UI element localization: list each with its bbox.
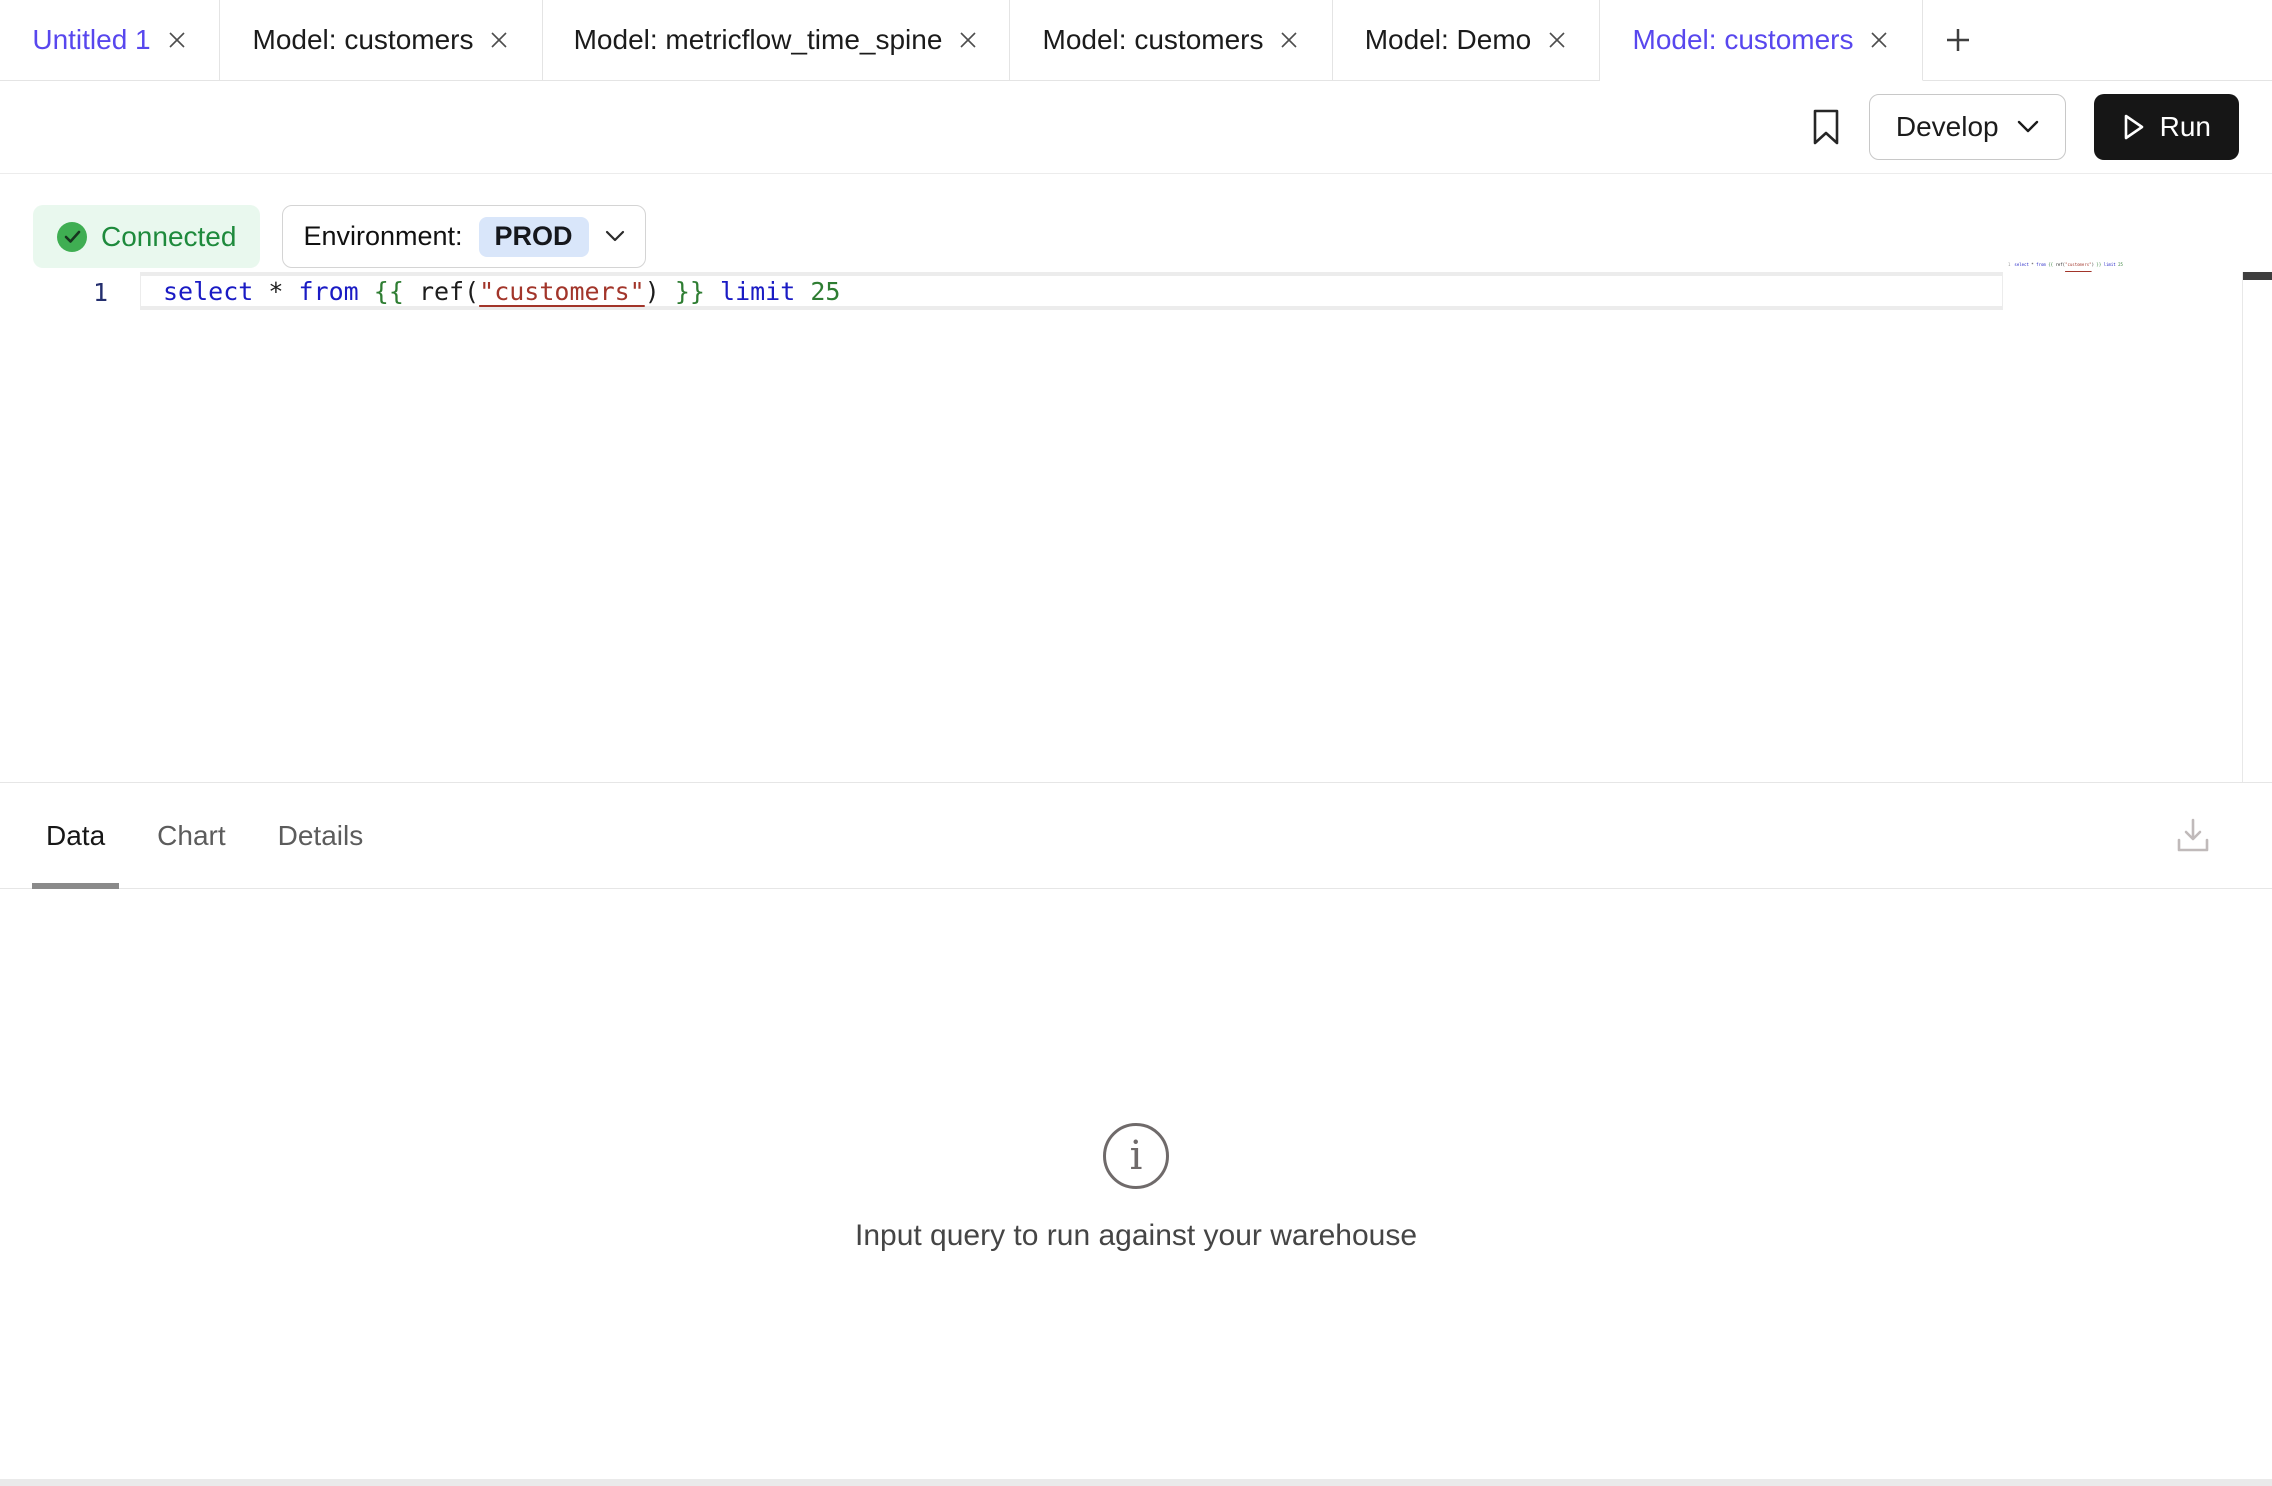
chevron-down-icon (2017, 120, 2039, 134)
code-token (253, 277, 268, 306)
panel-tab-label: Chart (157, 820, 225, 852)
code-token (359, 277, 374, 306)
develop-button-label: Develop (1896, 111, 1999, 143)
editor-tab-5[interactable]: Model: customers (1600, 0, 1923, 81)
environment-value-pill: PROD (479, 217, 589, 257)
tab-label: Untitled 1 (32, 24, 150, 56)
environment-label: Environment: (303, 221, 462, 252)
results-panel: Data Chart Details i Input query to run … (0, 782, 2272, 1486)
environment-selector[interactable]: Environment: PROD (282, 205, 645, 268)
scrollbar-thumb[interactable] (2243, 272, 2272, 280)
code-token: select (163, 277, 253, 306)
code-token: select (2014, 262, 2028, 267)
editor-status-row: Connected Environment: PROD (33, 205, 646, 268)
minimap-code: select * from {{ ref("customers") }} lim… (2014, 262, 2123, 268)
close-tab-icon[interactable] (167, 30, 187, 50)
code-line[interactable]: select * from {{ ref("customers") }} lim… (140, 272, 2003, 310)
toolbar: Develop Run (0, 81, 2272, 174)
connection-status-badge: Connected (33, 205, 260, 268)
download-icon (2174, 816, 2212, 856)
code-token (705, 277, 720, 306)
panel-tab-label: Details (278, 820, 364, 852)
editor-tab-4[interactable]: Model: Demo (1333, 0, 1600, 81)
close-tab-icon[interactable] (1869, 30, 1889, 50)
editor-tab-0[interactable]: Untitled 1 (0, 0, 220, 81)
results-panel-tabs: Data Chart Details (0, 783, 2272, 889)
develop-button[interactable]: Develop (1869, 94, 2066, 160)
close-tab-icon[interactable] (489, 30, 509, 50)
panel-tab-chart[interactable]: Chart (143, 783, 239, 888)
new-tab-button[interactable] (1923, 0, 1993, 81)
sql-editor: Connected Environment: PROD 1 select * f… (0, 174, 2272, 782)
results-empty-state: i Input query to run against your wareho… (0, 889, 2272, 1486)
editor-tab-2[interactable]: Model: metricflow_time_spine (543, 0, 1010, 81)
code-token: 25 (810, 277, 840, 306)
empty-state-message: Input query to run against your warehous… (855, 1219, 1417, 1253)
close-tab-icon[interactable] (958, 30, 978, 50)
code-token (283, 277, 298, 306)
bookmark-icon[interactable] (1811, 108, 1841, 146)
ide-screen: Untitled 1 Model: customers Model: metri… (0, 0, 2272, 1486)
code-token: ref( (2053, 262, 2065, 267)
panel-tab-details[interactable]: Details (264, 783, 378, 888)
connected-label: Connected (101, 221, 236, 253)
tabbar-filler (1993, 0, 2272, 81)
tab-label: Model: customers (1633, 24, 1854, 56)
code-token (795, 277, 810, 306)
editor-minimap[interactable]: 1 select * from {{ ref("customers") }} l… (2008, 262, 2128, 268)
play-icon (2122, 113, 2146, 141)
line-number: 1 (0, 278, 108, 308)
run-button[interactable]: Run (2094, 94, 2239, 160)
panel-tab-data[interactable]: Data (32, 783, 119, 888)
run-button-label: Run (2160, 111, 2211, 143)
info-icon: i (1103, 1123, 1169, 1189)
code-token: limit (2104, 262, 2116, 267)
editor-tab-1[interactable]: Model: customers (220, 0, 543, 81)
bottom-divider (0, 1479, 2272, 1486)
code-token: "customers" (479, 277, 645, 306)
download-button[interactable] (2174, 816, 2212, 856)
close-tab-icon[interactable] (1279, 30, 1299, 50)
code-token: * (268, 277, 283, 306)
plus-icon (1944, 26, 1972, 54)
code-token: limit (720, 277, 795, 306)
tab-label: Model: Demo (1365, 24, 1532, 56)
code-token: from (2036, 262, 2046, 267)
check-circle-icon (57, 222, 87, 252)
editor-scrollbar[interactable] (2242, 272, 2272, 782)
minimap-line-number: 1 (2008, 262, 2010, 268)
code-token: }} (675, 277, 705, 306)
panel-tab-label: Data (46, 820, 105, 852)
tab-label: Model: customers (253, 24, 474, 56)
code-token: 25 (2118, 262, 2123, 267)
close-tab-icon[interactable] (1547, 30, 1567, 50)
code-token: {{ (374, 277, 404, 306)
editor-tab-3[interactable]: Model: customers (1010, 0, 1333, 81)
code-token: from (299, 277, 359, 306)
tab-label: Model: metricflow_time_spine (574, 24, 943, 56)
code-token: ) (645, 277, 675, 306)
tab-label: Model: customers (1043, 24, 1264, 56)
code-token: "customers" (2065, 262, 2092, 267)
chevron-down-icon (605, 230, 625, 243)
editor-tabbar: Untitled 1 Model: customers Model: metri… (0, 0, 2272, 81)
code-token: ref( (404, 277, 479, 306)
